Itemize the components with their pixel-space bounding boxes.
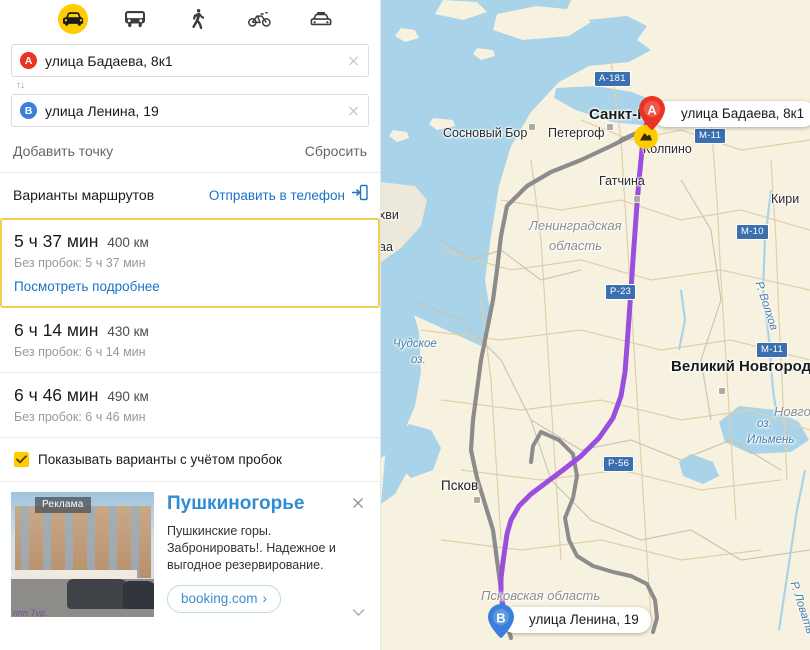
route-distance: 400 км [107,235,149,250]
bicycle-icon [247,11,271,27]
bus-icon [125,10,145,28]
origin-map-balloon[interactable]: улица Бадаева, 8к1 [653,101,810,127]
clear-destination-icon[interactable] [347,104,360,117]
route-details-link[interactable]: Посмотреть подробнее [14,279,365,294]
highway-shield-r56: Р-56 [603,456,635,472]
car-icon [62,12,84,26]
highway-shield-r23: Р-23 [605,284,637,300]
highway-shield-m11-south: М-11 [756,342,789,358]
destination-map-balloon[interactable]: улица Ленина, 19 [501,607,651,633]
highway-shield-m10: М-10 [736,224,769,240]
route-summary: 5 ч 37 мин 400 км [14,231,365,252]
origin-field[interactable]: A улица Бадаева, 8к1 [11,44,369,77]
route-option-2[interactable]: 6 ч 46 мин 490 км Без пробок: 6 ч 46 мин [0,373,380,438]
origin-map-pin[interactable]: A [639,96,665,130]
destination-balloon-label: улица Ленина, 19 [529,612,639,627]
add-point-row: Добавить точку Сбросить [0,131,380,173]
route-option-0[interactable]: 5 ч 37 мин 400 км Без пробок: 5 ч 37 мин… [0,218,380,308]
route-duration: 6 ч 14 мин [14,320,99,340]
route-variants-title: Варианты маршрутов [13,187,155,203]
route-option-1[interactable]: 6 ч 14 мин 430 км Без пробок: 6 ч 14 мин [0,308,380,373]
transport-mode-bar [0,0,380,38]
add-point-button[interactable]: Добавить точку [13,143,113,159]
advertisement-block[interactable]: Реклама ппп Тур. Пушкиногорье Пушкинские… [0,482,380,617]
city-dot [634,196,640,202]
traffic-checkbox-row[interactable]: Показывать варианты с учётом пробок [0,438,380,482]
swap-endpoints-icon[interactable]: ↑↓ [11,77,369,94]
destination-input-value: улица Ленина, 19 [45,102,159,119]
taxi-icon [310,11,332,27]
destination-map-pin[interactable]: B [488,604,514,638]
ad-collapse-chevron-down-icon[interactable] [352,604,365,616]
address-fields: A улица Бадаева, 8к1 ↑↓ B улица Ленина, … [0,38,380,127]
ad-watermark: ппп Тур. [13,608,48,617]
map-basemap [381,0,810,650]
reset-button[interactable]: Сбросить [305,143,367,159]
ad-close-icon[interactable] [352,496,364,508]
destination-field[interactable]: B улица Ленина, 19 [11,94,369,127]
ad-cta-label: booking.com [181,590,258,606]
ad-cta-button[interactable]: booking.com › [167,584,282,613]
route-no-traffic: Без пробок: 6 ч 14 мин [14,345,146,359]
mode-bike-button[interactable] [244,4,274,34]
ad-title[interactable]: Пушкиногорье [167,493,368,515]
traffic-checkbox-label: Показывать варианты с учётом пробок [38,452,282,467]
route-distance: 490 км [107,389,149,404]
route-no-traffic: Без пробок: 5 ч 37 мин [14,256,146,270]
city-dot [607,124,613,130]
ad-content: Пушкиногорье Пушкинские горы. Заброниров… [154,492,368,617]
highway-shield-m11-north: М-11 [694,128,727,144]
city-dot [719,388,725,394]
walk-icon [190,9,204,29]
route-summary: 6 ч 14 мин 430 км [14,320,366,341]
mode-walk-button[interactable] [182,4,212,34]
origin-badge: A [20,52,37,69]
route-no-traffic: Без пробок: 6 ч 46 мин [14,410,146,424]
route-variants-header: Варианты маршрутов Отправить в телефон [0,173,380,219]
ad-image: Реклама ппп Тур. [11,492,154,617]
chevron-right-icon: › [262,590,268,606]
traffic-checkbox[interactable] [14,452,29,467]
highway-shield-a181: A-181 [594,71,631,87]
map-canvas[interactable]: Санкт-Пе Великий Новгород Псков Петергоф… [381,0,810,650]
route-summary: 6 ч 46 мин 490 км [14,385,366,406]
origin-balloon-label: улица Бадаева, 8к1 [681,106,805,121]
mode-transit-button[interactable] [120,4,150,34]
send-to-phone-button[interactable]: Отправить в телефон [209,184,368,206]
ad-label-badge: Реклама [35,497,91,513]
city-dot [474,497,480,503]
ad-image-windows [15,506,151,578]
route-duration: 6 ч 46 мин [14,385,99,405]
city-dot [529,124,535,130]
svg-text:A: A [647,103,657,118]
ad-image-car [123,581,154,609]
mode-car-button[interactable] [58,4,88,34]
ad-description: Пушкинские горы. Забронировать!. Надежно… [167,523,336,572]
destination-badge: B [20,102,37,119]
clear-origin-icon[interactable] [347,54,360,67]
route-distance: 430 км [107,324,149,339]
yandex-maps-route-page: A улица Бадаева, 8к1 ↑↓ B улица Ленина, … [0,0,810,650]
ad-image-car [67,579,129,609]
route-duration: 5 ч 37 мин [14,231,99,251]
send-to-phone-icon [352,184,368,206]
send-to-phone-label: Отправить в телефон [208,187,345,203]
route-sidebar: A улица Бадаева, 8к1 ↑↓ B улица Ленина, … [0,0,381,650]
svg-text:B: B [496,611,505,626]
origin-input-value: улица Бадаева, 8к1 [45,52,173,69]
mode-taxi-button[interactable] [306,4,336,34]
